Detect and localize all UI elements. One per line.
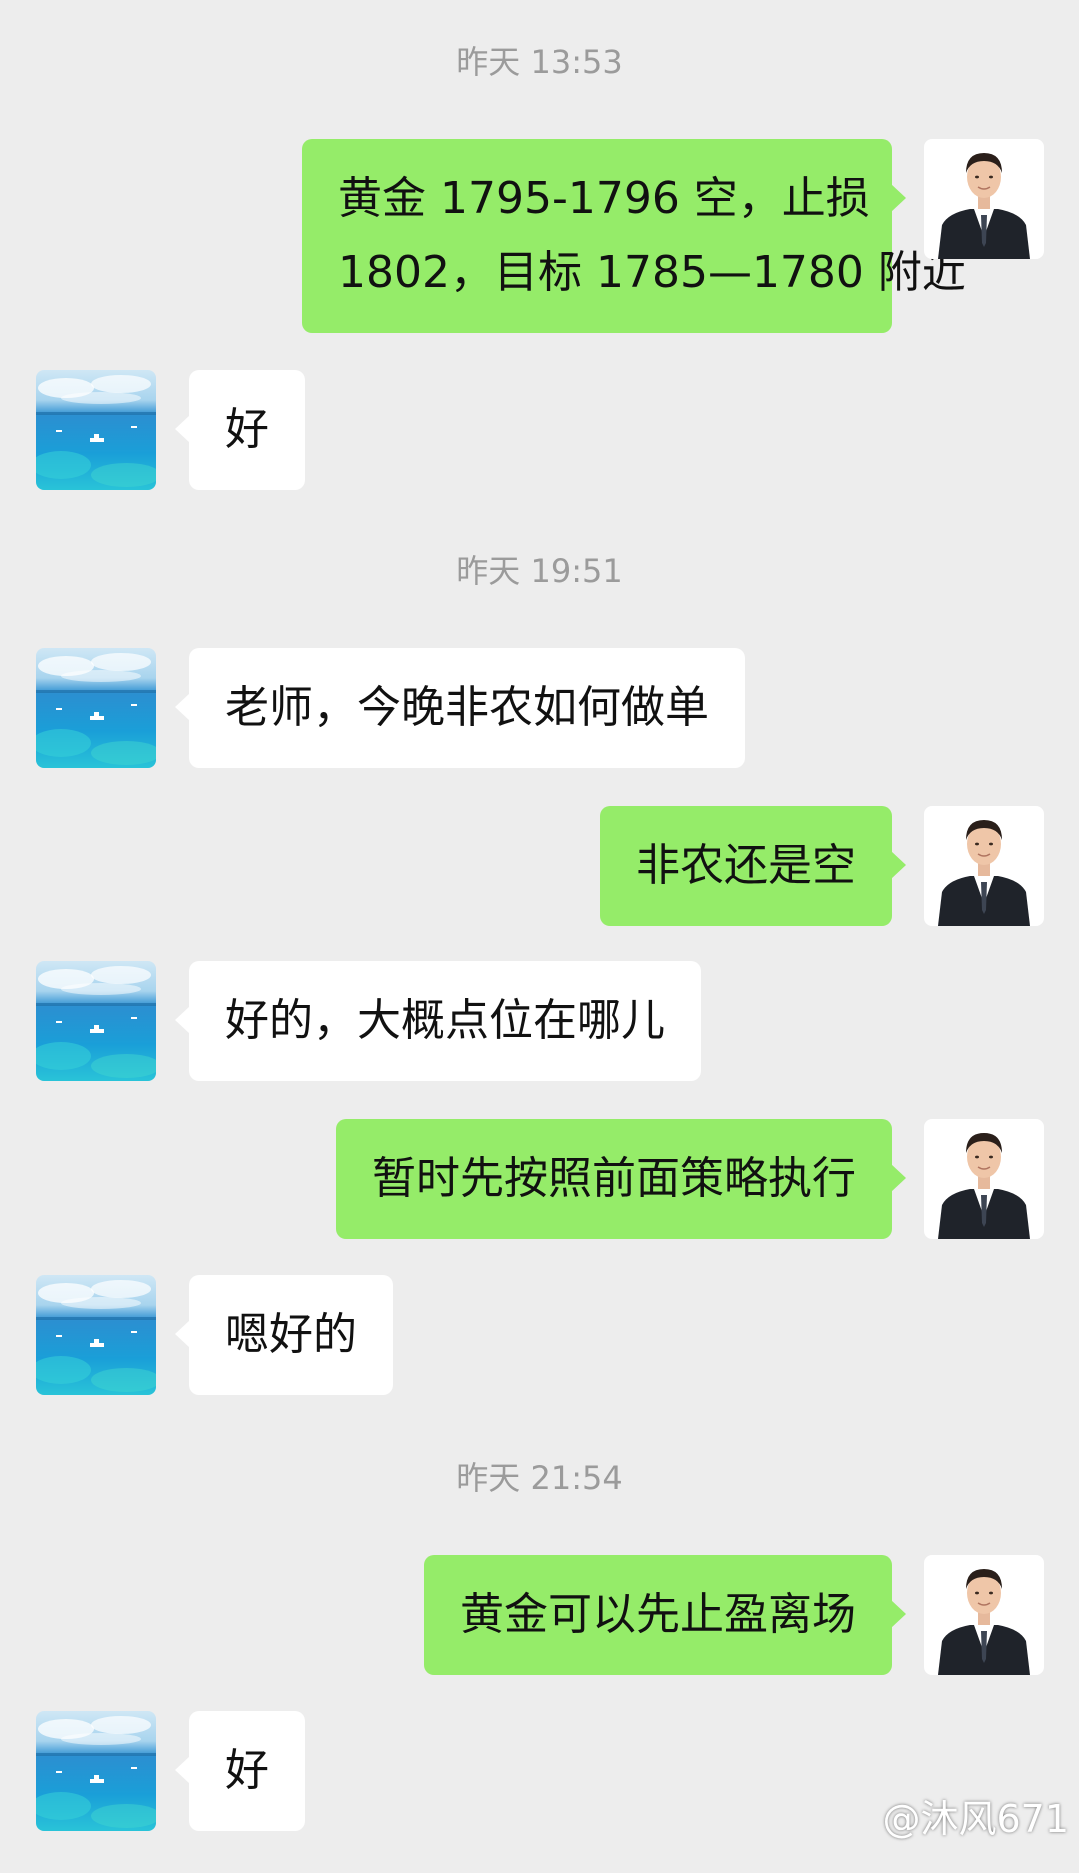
contact-avatar[interactable] bbox=[36, 961, 156, 1081]
sea-landscape-avatar-icon bbox=[36, 1711, 156, 1831]
message-bubble-received[interactable]: 老师，今晚非农如何做单 bbox=[175, 648, 745, 768]
message-text: 黄金 1795-1796 空，止损 bbox=[338, 173, 870, 224]
contact-avatar[interactable] bbox=[36, 370, 156, 490]
man-in-suit-avatar-icon bbox=[924, 1119, 1044, 1239]
message-text: 好 bbox=[225, 1745, 269, 1796]
contact-avatar[interactable] bbox=[36, 1275, 156, 1395]
message-text: 嗯好的 bbox=[225, 1309, 357, 1360]
message-text: 老师，今晚非农如何做单 bbox=[225, 682, 709, 733]
sea-landscape-avatar-icon bbox=[36, 648, 156, 768]
contact-avatar[interactable] bbox=[36, 648, 156, 768]
message-bubble-sent[interactable]: 非农还是空 bbox=[600, 806, 906, 926]
man-in-suit-avatar-icon bbox=[924, 139, 1044, 259]
timestamp: 昨天 13:53 bbox=[456, 43, 623, 81]
message-text: 黄金可以先止盈离场 bbox=[460, 1589, 856, 1640]
timestamp: 昨天 19:51 bbox=[456, 552, 623, 590]
sea-landscape-avatar-icon bbox=[36, 370, 156, 490]
message-text: 1802，目标 1785—1780 附近 bbox=[338, 247, 966, 298]
self-avatar[interactable] bbox=[924, 139, 1044, 259]
message-text: 好 bbox=[225, 404, 269, 455]
timestamp: 昨天 21:54 bbox=[456, 1459, 623, 1497]
message-text: 暂时先按照前面策略执行 bbox=[372, 1153, 856, 1204]
message-bubble-sent[interactable]: 黄金 1795-1796 空，止损 1802，目标 1785—1780 附近 bbox=[302, 139, 966, 333]
sea-landscape-avatar-icon bbox=[36, 961, 156, 1081]
self-avatar[interactable] bbox=[924, 806, 1044, 926]
message-bubble-received[interactable]: 好 bbox=[175, 1711, 305, 1831]
message-text: 非农还是空 bbox=[636, 840, 856, 891]
man-in-suit-avatar-icon bbox=[924, 806, 1044, 926]
self-avatar[interactable] bbox=[924, 1555, 1044, 1675]
message-text: 好的，大概点位在哪儿 bbox=[225, 995, 665, 1046]
contact-avatar[interactable] bbox=[36, 1711, 156, 1831]
message-bubble-received[interactable]: 好 bbox=[175, 370, 305, 490]
message-bubble-sent[interactable]: 暂时先按照前面策略执行 bbox=[336, 1119, 906, 1239]
man-in-suit-avatar-icon bbox=[924, 1555, 1044, 1675]
sea-landscape-avatar-icon bbox=[36, 1275, 156, 1395]
self-avatar[interactable] bbox=[924, 1119, 1044, 1239]
message-bubble-received[interactable]: 嗯好的 bbox=[175, 1275, 393, 1395]
message-bubble-sent[interactable]: 黄金可以先止盈离场 bbox=[424, 1555, 906, 1675]
watermark: @沐风671 bbox=[882, 1797, 1069, 1841]
message-bubble-received[interactable]: 好的，大概点位在哪儿 bbox=[175, 961, 701, 1081]
